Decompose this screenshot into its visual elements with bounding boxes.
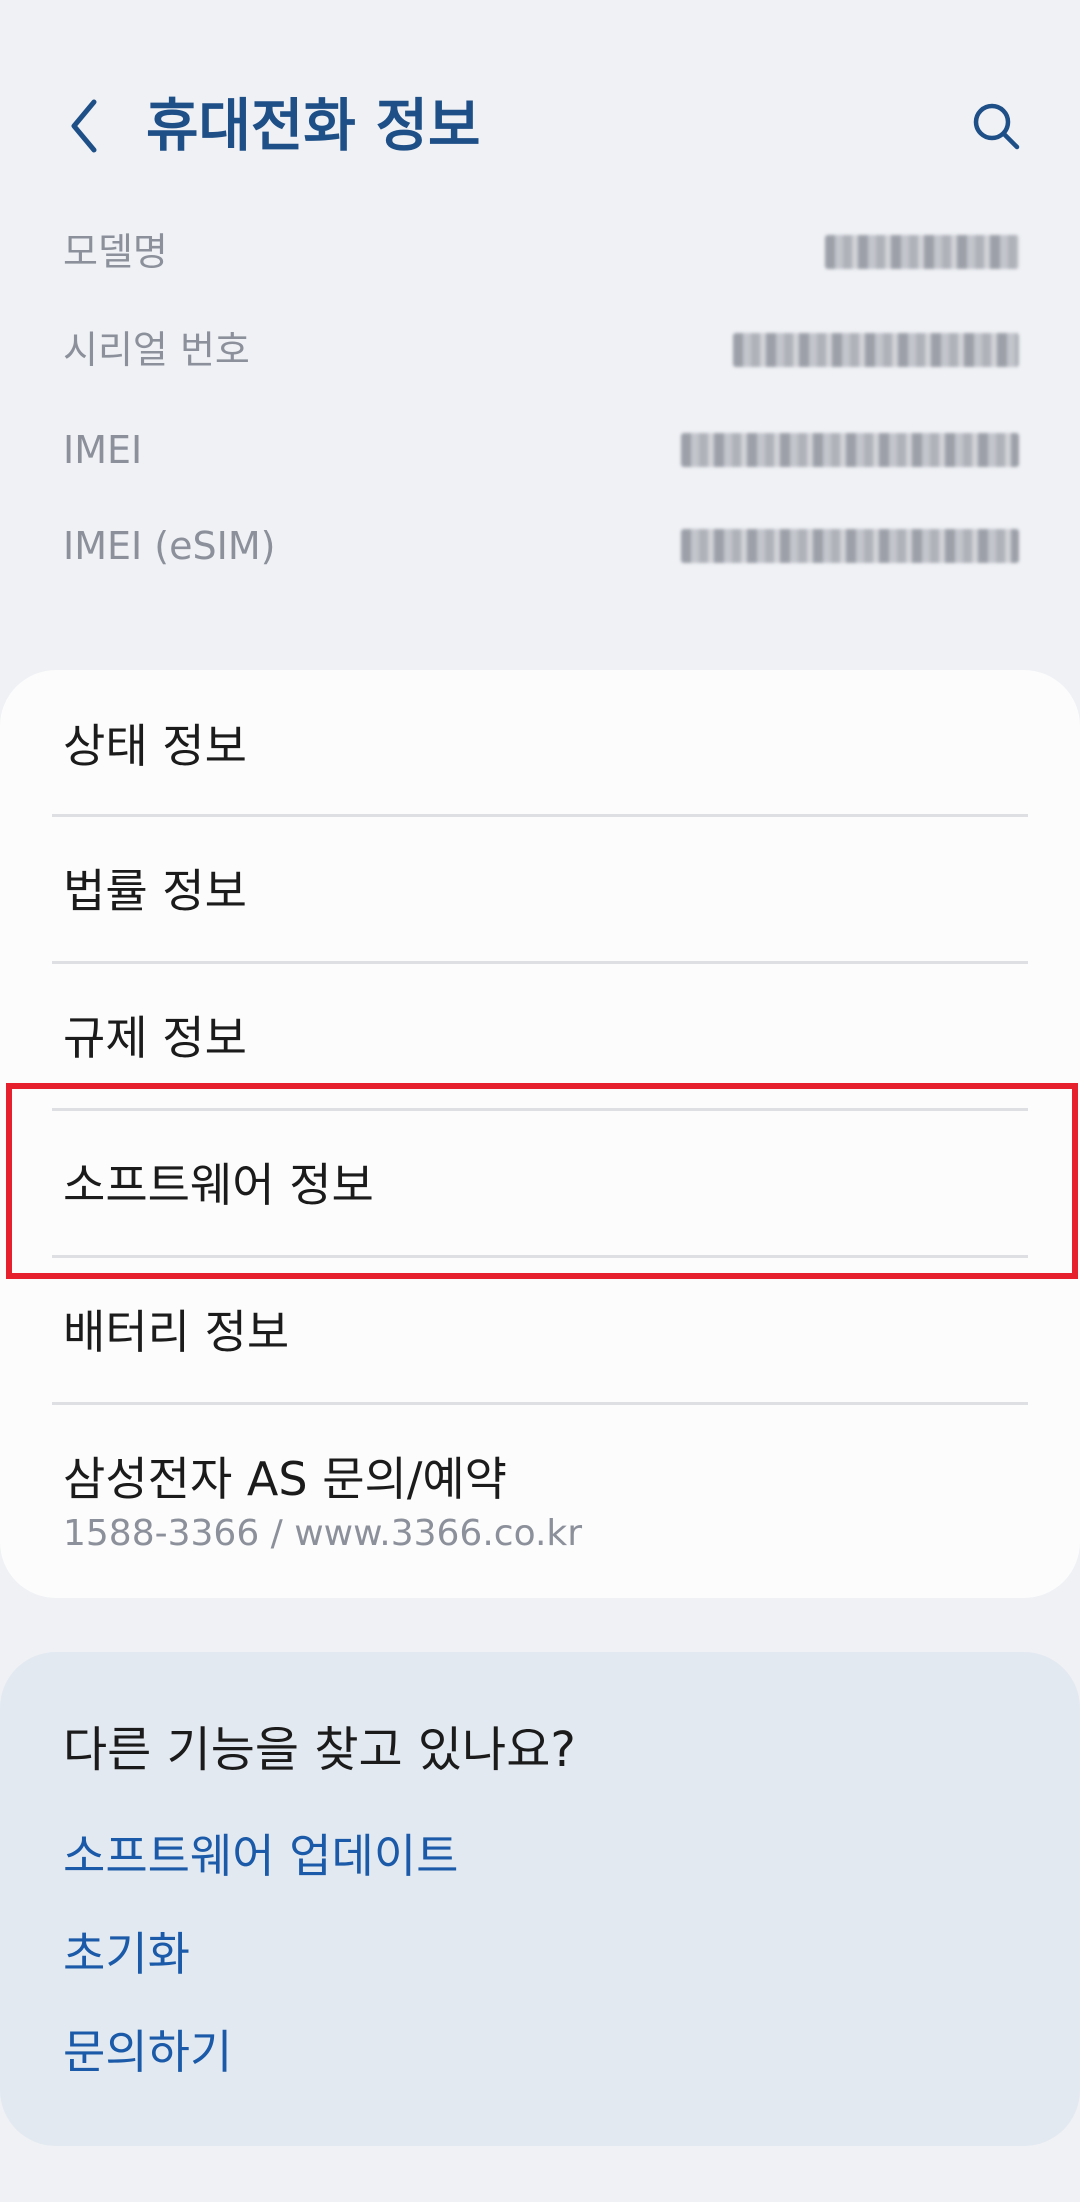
menu-item-status-info[interactable]: 상태 정보 bbox=[0, 670, 1080, 815]
menu-item-label: 배터리 정보 bbox=[63, 1305, 290, 1359]
search-button[interactable] bbox=[964, 92, 1028, 160]
menu-item-samsung-as[interactable]: 삼성전자 AS 문의/예약 1588-3366 / www.3366.co.kr bbox=[0, 1405, 1080, 1598]
link-reset[interactable]: 초기화 bbox=[63, 1918, 190, 1984]
info-label: IMEI (eSIM) bbox=[63, 524, 276, 568]
info-row-serial: 시리얼 번호 bbox=[63, 320, 1019, 380]
link-software-update[interactable]: 소프트웨어 업데이트 bbox=[63, 1820, 459, 1886]
suggestions-card: 다른 기능을 찾고 있나요? 소프트웨어 업데이트 초기화 문의하기 bbox=[0, 1652, 1080, 2146]
page-title: 휴대전화 정보 bbox=[146, 93, 481, 159]
search-icon bbox=[973, 103, 1020, 150]
info-label: IMEI bbox=[63, 428, 143, 472]
info-row-imei-esim: IMEI (eSIM) bbox=[63, 516, 1019, 576]
menu-item-label: 상태 정보 bbox=[63, 719, 247, 773]
chevron-left-icon bbox=[71, 99, 97, 153]
menu-item-label: 법률 정보 bbox=[63, 864, 247, 918]
back-button[interactable] bbox=[56, 90, 112, 162]
info-row-imei: IMEI bbox=[63, 420, 1019, 480]
redacted-value bbox=[681, 433, 1019, 467]
menu-item-subtitle: 1588-3366 / www.3366.co.kr bbox=[63, 1513, 583, 1554]
menu-item-legal-info[interactable]: 법률 정보 bbox=[0, 817, 1080, 962]
info-row-model: 모델명 bbox=[63, 222, 1019, 282]
app-bar: 휴대전화 정보 bbox=[0, 0, 1080, 200]
highlight-box bbox=[6, 1083, 1078, 1279]
menu-item-battery-info[interactable]: 배터리 정보 bbox=[0, 1258, 1080, 1403]
menu-item-label: 삼성전자 AS 문의/예약 bbox=[63, 1452, 507, 1506]
redacted-value bbox=[825, 235, 1019, 269]
info-label: 모델명 bbox=[63, 230, 168, 274]
redacted-value bbox=[681, 529, 1019, 563]
redacted-value bbox=[733, 333, 1019, 367]
menu-item-label: 규제 정보 bbox=[63, 1011, 247, 1065]
info-label: 시리얼 번호 bbox=[63, 328, 250, 372]
suggestions-title: 다른 기능을 찾고 있나요? bbox=[63, 1722, 576, 1778]
link-contact-us[interactable]: 문의하기 bbox=[63, 2016, 232, 2082]
